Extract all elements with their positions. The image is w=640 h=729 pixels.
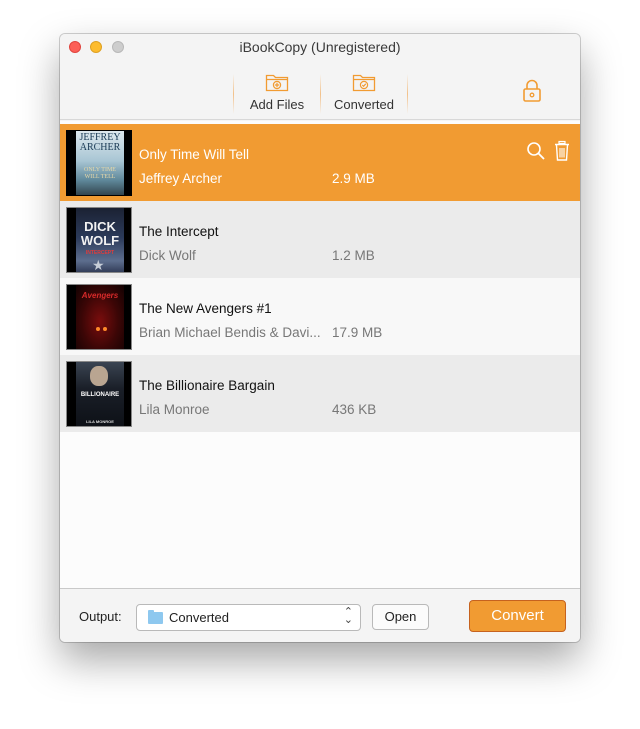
cover-graphic [96, 327, 100, 331]
cover-text: WOLF [80, 233, 120, 248]
cover-graphic [90, 366, 108, 386]
book-size: 2.9 MB [332, 171, 375, 186]
book-size: 436 KB [332, 402, 377, 417]
cover-text: ARCHER [79, 142, 121, 153]
cover-graphic [103, 327, 107, 331]
convert-button[interactable]: Convert [469, 600, 566, 632]
book-author: Jeffrey Archer [139, 171, 223, 186]
chevron-updown-icon: ⌃ ⌄ [343, 606, 353, 626]
cover-text: LILA MONROE [86, 419, 114, 424]
search-icon[interactable] [526, 140, 546, 162]
book-row[interactable]: Avengers The New Avengers #1 Brian Micha… [60, 278, 580, 355]
cover-text: INTERCEPT [85, 250, 115, 256]
lock-icon[interactable] [521, 78, 543, 104]
book-row[interactable]: DICK WOLF INTERCEPT ★ The Intercept Dick… [60, 201, 580, 278]
book-cover: DICK WOLF INTERCEPT ★ [66, 207, 132, 273]
output-label: Output: [79, 609, 122, 624]
book-cover: Avengers [66, 284, 132, 350]
add-files-label: Add Files [249, 97, 305, 112]
cover-text: Avengers [81, 291, 119, 300]
window-title: iBookCopy (Unregistered) [239, 39, 401, 55]
book-title: The Billionaire Bargain [139, 378, 275, 393]
book-row[interactable]: BILLIONAIRE LILA MONROE The Billionaire … [60, 355, 580, 432]
titlebar: iBookCopy (Unregistered) Add Files Conve… [60, 34, 580, 120]
toolbar-divider [407, 74, 408, 114]
app-window: iBookCopy (Unregistered) Add Files Conve… [60, 34, 580, 642]
book-author: Lila Monroe [139, 402, 210, 417]
folder-icon [148, 610, 163, 624]
book-size: 17.9 MB [332, 325, 383, 340]
book-row[interactable]: JEFFREY ARCHER ONLY TIME WILL TELL Only … [60, 124, 580, 201]
book-cover: JEFFREY ARCHER ONLY TIME WILL TELL [66, 130, 132, 196]
output-folder-select[interactable]: Converted ⌃ ⌄ [136, 604, 361, 631]
output-folder-value: Converted [169, 610, 229, 625]
cover-text: WILL TELL [84, 174, 116, 180]
cover-text: ONLY TIME [84, 167, 116, 173]
converted-label: Converted [334, 97, 394, 112]
book-cover: BILLIONAIRE LILA MONROE [66, 361, 132, 427]
book-title: The Intercept [139, 224, 219, 239]
book-title: The New Avengers #1 [139, 301, 272, 316]
footer-bar: Output: Converted ⌃ ⌄ Open Convert [60, 588, 580, 642]
book-author: Brian Michael Bendis & Davi... [139, 325, 321, 340]
converted-button[interactable]: Converted [321, 72, 407, 116]
open-button[interactable]: Open [372, 604, 429, 630]
cover-text: DICK [84, 219, 116, 234]
book-title: Only Time Will Tell [139, 147, 250, 162]
book-size: 1.2 MB [332, 248, 375, 263]
star-graphic: ★ [92, 257, 105, 273]
book-author: Dick Wolf [139, 248, 196, 263]
book-list: JEFFREY ARCHER ONLY TIME WILL TELL Only … [60, 121, 580, 588]
trash-icon[interactable] [552, 140, 572, 162]
add-files-button[interactable]: Add Files [234, 72, 320, 116]
folder-add-icon [265, 74, 289, 92]
cover-text: BILLIONAIRE [80, 392, 120, 398]
folder-check-icon [352, 74, 376, 92]
